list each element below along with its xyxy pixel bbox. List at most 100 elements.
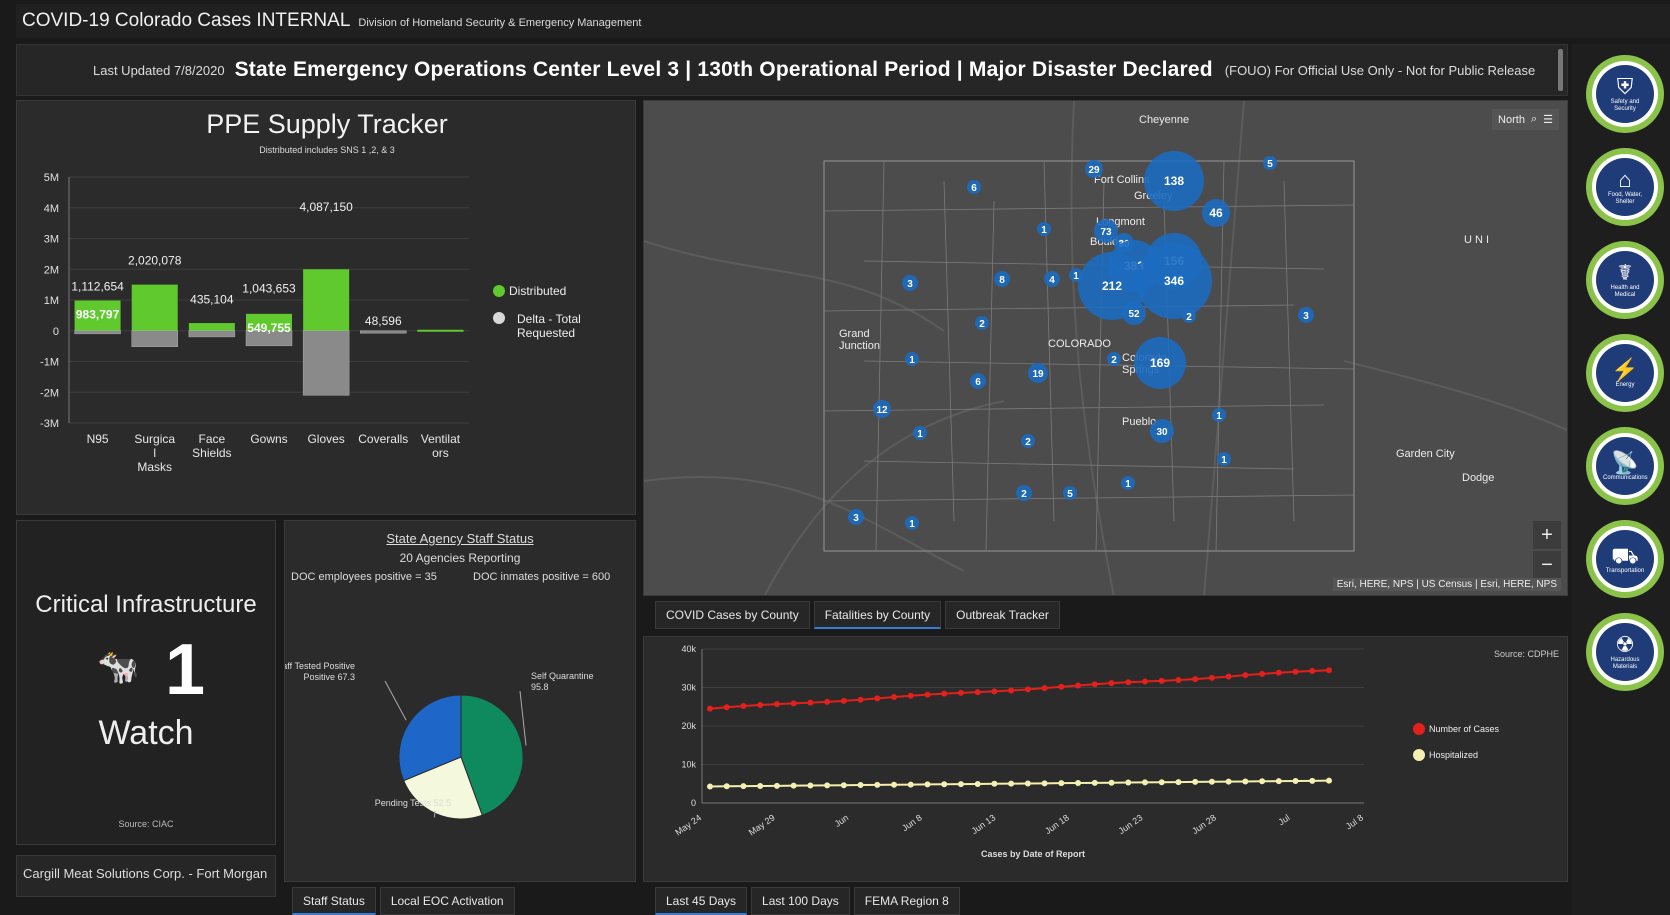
line-point[interactable]	[773, 782, 780, 789]
esf-button[interactable]: ☤ Health and Medical	[1586, 241, 1664, 319]
line-point[interactable]	[1309, 777, 1316, 784]
line-point[interactable]	[1158, 677, 1165, 684]
line-point[interactable]	[1158, 779, 1165, 786]
line-point[interactable]	[891, 781, 898, 788]
line-point[interactable]	[1208, 778, 1215, 785]
line-point[interactable]	[1259, 670, 1266, 677]
line-point[interactable]	[991, 688, 998, 695]
map-bubble[interactable]: 12	[873, 400, 891, 418]
line-point[interactable]	[1041, 685, 1048, 692]
map-bubble[interactable]: 1	[1037, 222, 1051, 236]
line-point[interactable]	[1091, 779, 1098, 786]
map-bubble[interactable]: 19	[1028, 363, 1048, 383]
line-point[interactable]	[857, 696, 864, 703]
line-point[interactable]	[1275, 669, 1282, 676]
ppe-bar-delta[interactable]	[74, 330, 121, 335]
search-icon[interactable]: ⌕	[1531, 113, 1537, 126]
line-point[interactable]	[1192, 676, 1199, 683]
map-bubble[interactable]: 1	[905, 516, 919, 530]
zoom-out-button[interactable]: −	[1533, 551, 1561, 579]
map-bubble[interactable]: 2	[1016, 485, 1032, 501]
ppe-bar-delta[interactable]	[360, 330, 407, 334]
ppe-bar-distributed[interactable]	[188, 323, 235, 331]
line-point[interactable]	[991, 780, 998, 787]
line-point[interactable]	[1292, 668, 1299, 675]
line-point[interactable]	[1242, 778, 1249, 785]
map-bubble[interactable]: 8	[994, 271, 1010, 287]
map-bubble[interactable]: 169	[1134, 337, 1186, 389]
line-point[interactable]	[1075, 682, 1082, 689]
esf-button[interactable]: ⌂ Food, Water, Shelter	[1586, 148, 1664, 226]
line-point[interactable]	[1008, 780, 1015, 787]
line-point[interactable]	[1091, 681, 1098, 688]
line-point[interactable]	[824, 698, 831, 705]
line-point[interactable]	[957, 689, 964, 696]
esf-button[interactable]: ☢ Hazardous Materials	[1586, 613, 1664, 691]
line-point[interactable]	[857, 782, 864, 789]
map-bubble[interactable]: 1	[1121, 476, 1135, 490]
map-bubble[interactable]: 3	[1298, 307, 1314, 323]
map-bubble[interactable]: 3	[848, 509, 864, 525]
line-point[interactable]	[874, 695, 881, 702]
line-point[interactable]	[707, 783, 713, 790]
line-point[interactable]	[1108, 779, 1115, 786]
line-point[interactable]	[824, 782, 831, 789]
map-bubble[interactable]: 2	[1107, 352, 1121, 366]
banner-scrollbar[interactable]	[1558, 49, 1563, 91]
line-point[interactable]	[941, 690, 948, 697]
line-point[interactable]	[1141, 779, 1148, 786]
map-bubble[interactable]: 1	[1069, 268, 1083, 282]
line-point[interactable]	[1125, 779, 1132, 786]
map-bubble[interactable]: 1	[1212, 408, 1226, 422]
staff-title[interactable]: State Agency Staff Status	[285, 531, 635, 546]
line-point[interactable]	[1041, 780, 1048, 787]
line-point[interactable]	[1175, 677, 1182, 684]
tab-fema-region-8[interactable]: FEMA Region 8	[853, 887, 960, 915]
map-bubble[interactable]: 138	[1144, 151, 1204, 211]
list-icon[interactable]: ☰	[1543, 113, 1553, 126]
line-point[interactable]	[1208, 674, 1215, 681]
map-bubble[interactable]: 6	[967, 180, 981, 194]
line-point[interactable]	[1326, 777, 1332, 784]
line-point[interactable]	[891, 694, 898, 701]
line-point[interactable]	[907, 692, 914, 699]
line-point[interactable]	[1292, 777, 1299, 784]
line-point[interactable]	[707, 705, 713, 712]
line-point[interactable]	[1225, 673, 1232, 680]
line-point[interactable]	[1108, 680, 1115, 687]
line-point[interactable]	[807, 782, 814, 789]
line-point[interactable]	[907, 781, 914, 788]
line-point[interactable]	[740, 783, 747, 790]
map-bubble[interactable]: 5	[1063, 486, 1077, 500]
map-bubble[interactable]: 4	[1044, 271, 1060, 287]
line-point[interactable]	[874, 781, 881, 788]
line-point[interactable]	[790, 700, 797, 707]
map-bubble[interactable]: 2	[1021, 434, 1035, 448]
map-bubble[interactable]: 73	[1094, 219, 1118, 243]
tab-last-100-days[interactable]: Last 100 Days	[751, 887, 850, 915]
map-canvas[interactable]: CheyenneFort CollinsGreeleyLongmontBould…	[644, 101, 1568, 596]
line-point[interactable]	[1008, 687, 1015, 694]
line-point[interactable]	[790, 782, 797, 789]
tab-local-eoc[interactable]: Local EOC Activation	[379, 887, 515, 915]
ppe-bar-delta[interactable]	[188, 330, 236, 338]
line-point[interactable]	[723, 783, 730, 790]
line-point[interactable]	[757, 782, 764, 789]
line-point[interactable]	[1141, 678, 1148, 685]
tab-last-45-days[interactable]: Last 45 Days	[655, 887, 748, 915]
facility-item[interactable]: Cargill Meat Solutions Corp. - Fort Morg…	[16, 855, 276, 897]
line-point[interactable]	[1275, 778, 1282, 785]
line-point[interactable]	[974, 780, 981, 787]
map-bubble[interactable]: 1	[913, 426, 927, 440]
map-bubble[interactable]: 2	[975, 316, 989, 330]
line-point[interactable]	[723, 704, 730, 711]
tab-covid-cases[interactable]: COVID Cases by County	[655, 601, 810, 629]
map-bubble[interactable]: 1	[1217, 452, 1231, 466]
map-bubble[interactable]: 29	[1085, 160, 1103, 178]
line-point[interactable]	[974, 689, 981, 696]
zoom-in-button[interactable]: +	[1533, 521, 1561, 549]
esf-button[interactable]: ⛨ Safety and Security	[1586, 55, 1664, 133]
tab-staff-status[interactable]: Staff Status	[292, 887, 376, 915]
line-point[interactable]	[1309, 667, 1316, 674]
map-bubble[interactable]: 5	[1263, 156, 1277, 170]
